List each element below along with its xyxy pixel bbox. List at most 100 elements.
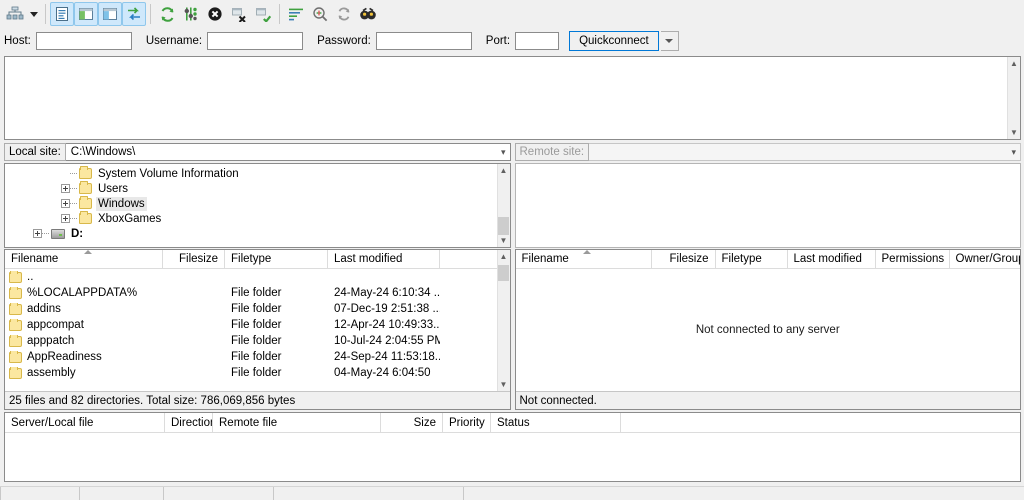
scroll-down-icon[interactable]: ▼ [497,234,510,247]
column-header-priority[interactable]: Priority [443,413,491,432]
transfer-indicator [80,487,164,500]
reconnect-icon[interactable] [251,2,275,26]
folder-icon [9,367,22,379]
column-header-serverlocal[interactable]: Server/Local file [5,413,165,432]
refresh-icon[interactable] [155,2,179,26]
toggle-transfer-queue-icon[interactable] [122,2,146,26]
local-site-path-value: C:\Windows\ [70,146,136,158]
cell-modified: 10-Jul-24 2:04:55 PM [328,335,440,347]
local-tree-nodes[interactable]: System Volume Information Users Windows Xbo… [5,164,497,247]
tree-node[interactable]: Users [5,181,497,196]
message-log: ▲ ▼ [4,56,1021,140]
file-list-row[interactable]: AppReadiness File folder 24-Sep-24 11:53:1… [5,349,497,365]
expand-node-icon[interactable] [61,184,70,193]
chevron-down-icon[interactable]: ▾ [1011,144,1016,160]
tree-node[interactable]: XboxGames [5,211,497,226]
queue-rows[interactable] [5,433,1020,481]
queue-column-headers[interactable]: Server/Local file Direction Remote file Siz… [5,413,1020,433]
file-list-row[interactable]: assembly File folder 04-May-24 6:04:50 [5,365,497,381]
toggle-local-tree-icon[interactable] [74,2,98,26]
file-list-row[interactable]: %LOCALAPPDATA% File folder 24-May-24 6:10:… [5,285,497,301]
scroll-up-icon[interactable]: ▲ [497,164,510,177]
column-header-filename[interactable]: Filename [5,250,163,268]
tree-node[interactable]: System Volume Information [5,166,497,181]
remote-column-headers[interactable]: Filename Filesize Filetype Last modified Per… [515,250,1021,269]
scroll-down-icon[interactable]: ▼ [497,378,510,391]
file-list-row[interactable]: .. [5,269,497,285]
column-header-pad[interactable] [440,250,497,268]
expand-node-icon[interactable] [61,199,70,208]
cell-text: File folder [231,287,282,299]
column-header-remotefile[interactable]: Remote file [213,413,381,432]
local-site-path-combo[interactable]: C:\Windows\ ▾ [65,143,511,161]
scroll-track[interactable] [497,177,510,235]
quickconnect-button[interactable]: Quickconnect [569,31,659,51]
local-file-rows[interactable]: .. %LOCALAPPDATA% File folder 24-May-24 6:1… [5,269,497,391]
local-directory-tree[interactable]: System Volume Information Users Windows Xbo… [4,163,511,248]
local-column-headers[interactable]: Filename Filesize Filetype Last modified [5,250,497,269]
cell-text: File folder [231,303,282,315]
column-header-filesize[interactable]: Filesize [652,250,716,268]
process-queue-icon[interactable] [179,2,203,26]
cell-text: .. [27,271,34,283]
site-manager-icon[interactable] [3,2,27,26]
column-header-filetype[interactable]: Filetype [716,250,788,268]
scroll-track[interactable] [1008,70,1021,126]
file-list-row[interactable]: appcompat File folder 12-Apr-24 10:49:33..… [5,317,497,333]
message-log-scrollbar[interactable]: ▲ ▼ [1007,57,1020,139]
column-header-modified[interactable]: Last modified [788,250,876,268]
tree-node[interactable]: Windows [5,196,497,211]
tree-connector [42,233,49,234]
disconnect-icon[interactable] [227,2,251,26]
cell-filetype: File folder [225,367,328,379]
scroll-up-icon[interactable]: ▲ [497,250,510,263]
column-header-owner[interactable]: Owner/Group [950,250,1021,268]
scroll-track[interactable] [497,263,510,378]
remote-file-rows[interactable]: Not connected to any server [516,269,1021,391]
local-tree-scrollbar[interactable]: ▲ ▼ [496,164,510,247]
scroll-up-icon[interactable]: ▲ [1008,57,1021,70]
column-header-filename[interactable]: Filename [516,250,652,268]
folder-icon [9,271,22,283]
column-header-modified[interactable]: Last modified [328,250,440,268]
toggle-remote-tree-icon[interactable] [98,2,122,26]
file-list-row[interactable]: apppatch File folder 10-Jul-24 2:04:55 PM [5,333,497,349]
local-list-scrollbar[interactable]: ▲ ▼ [496,250,510,391]
remote-tree-nodes[interactable] [516,164,1021,247]
column-header-filetype[interactable]: Filetype [225,250,328,268]
remote-directory-tree[interactable] [514,163,1021,248]
expand-node-icon[interactable] [33,229,42,238]
scroll-down-icon[interactable]: ▼ [1008,126,1021,139]
quickconnect-dropdown-button[interactable] [660,31,679,51]
host-input[interactable] [35,32,132,50]
cell-modified: 04-May-24 6:04:50 [328,367,440,379]
filter-icon[interactable] [284,2,308,26]
column-header-status[interactable]: Status [491,413,621,432]
message-log-text[interactable] [5,57,1007,139]
tree-node[interactable]: D: [5,226,497,241]
find-files-icon[interactable] [356,2,380,26]
chevron-down-icon[interactable]: ▾ [501,144,506,160]
username-input[interactable] [207,32,304,50]
site-manager-dropdown[interactable] [27,2,41,26]
compare-directories-icon[interactable] [308,2,332,26]
not-connected-message: Not connected to any server [695,324,840,336]
expand-node-icon[interactable] [61,214,70,223]
file-list-row[interactable]: addins File folder 07-Dec-19 2:51:38 ... [5,301,497,317]
transfer-queue: Server/Local file Direction Remote file Siz… [4,412,1021,482]
password-input[interactable] [375,32,472,50]
folder-icon [9,319,22,331]
remote-site-path-combo[interactable]: ▾ [589,143,1021,161]
synchronized-browsing-icon[interactable] [332,2,356,26]
column-header-size[interactable]: Size [381,413,443,432]
port-input[interactable] [515,32,560,50]
column-header-direction[interactable]: Direction [165,413,213,432]
column-header-permissions[interactable]: Permissions [876,250,950,268]
column-header-filesize[interactable]: Filesize [163,250,225,268]
toggle-message-log-icon[interactable] [50,2,74,26]
cell-filetype: File folder [225,319,328,331]
cancel-operation-icon[interactable] [203,2,227,26]
scroll-thumb[interactable] [498,217,509,235]
cell-text: 10-Jul-24 2:04:55 PM [334,335,440,347]
scroll-thumb[interactable] [498,265,509,281]
